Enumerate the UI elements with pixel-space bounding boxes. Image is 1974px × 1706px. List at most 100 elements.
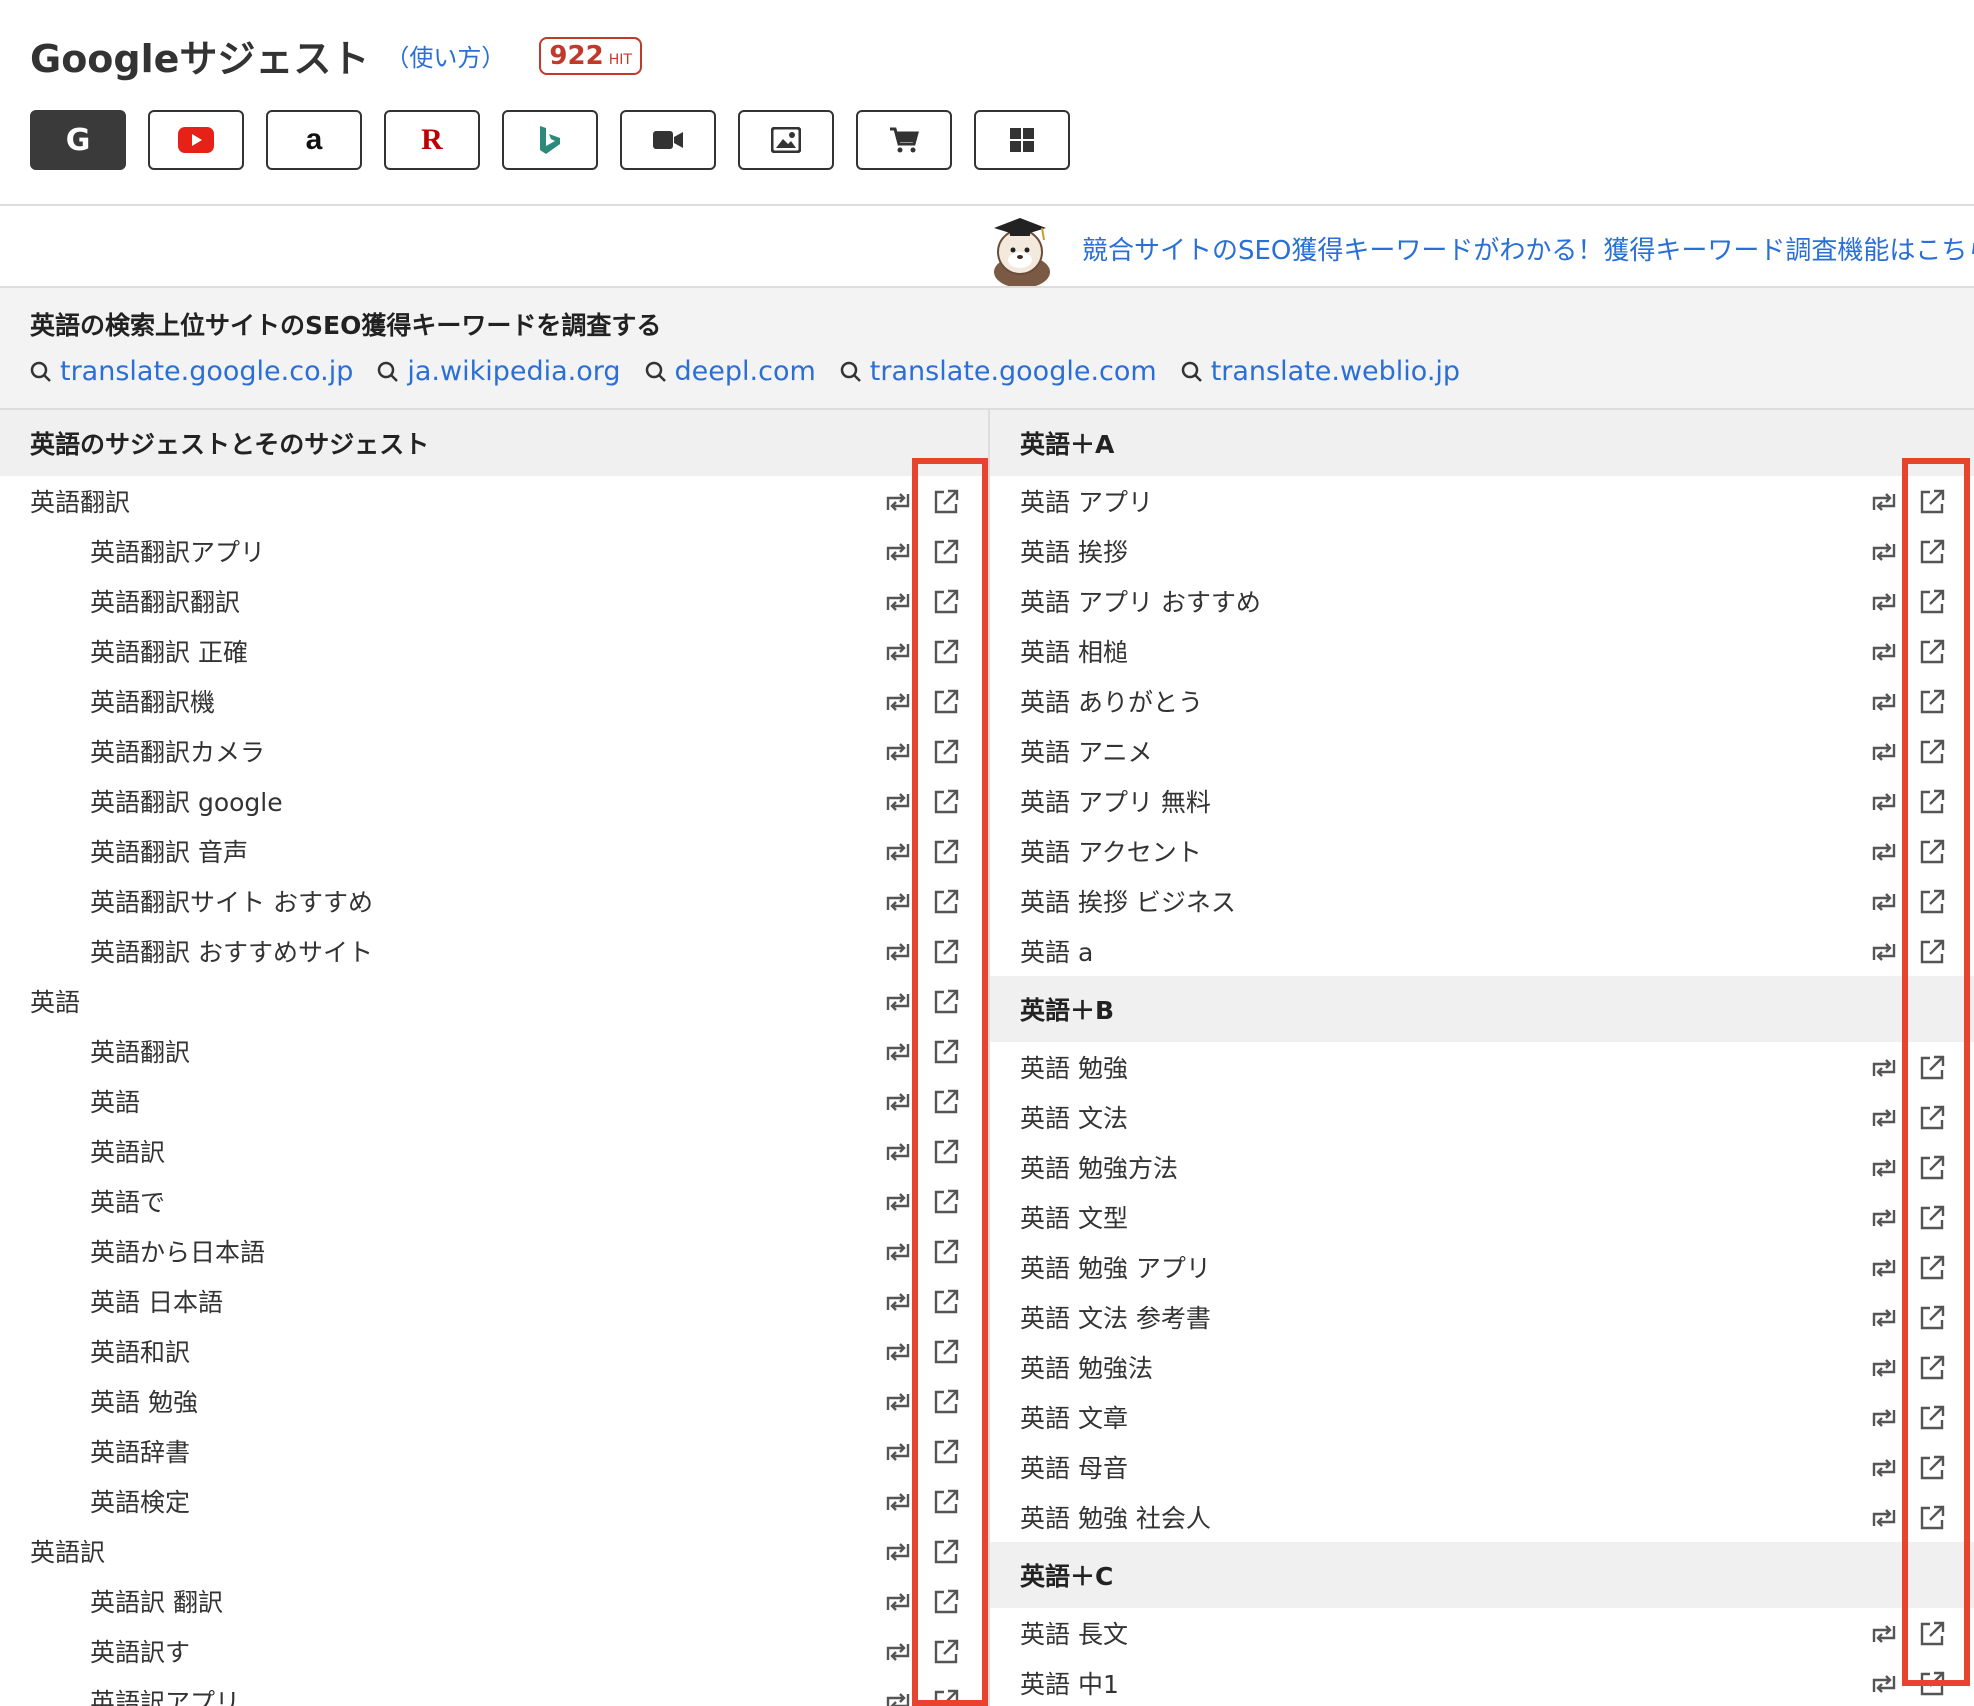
external-link-icon[interactable]	[932, 1138, 960, 1166]
expand-suggest-icon[interactable]	[884, 1438, 912, 1466]
expand-suggest-icon[interactable]	[1870, 488, 1898, 516]
seo-site-link[interactable]: translate.google.com	[840, 356, 1157, 387]
expand-suggest-icon[interactable]	[1870, 888, 1898, 916]
suggest-keyword[interactable]: 英語 母音	[990, 1449, 1128, 1485]
suggest-keyword[interactable]: 英語 文法	[990, 1099, 1128, 1135]
suggest-keyword[interactable]: 英語 勉強 アプリ	[990, 1249, 1211, 1285]
expand-suggest-icon[interactable]	[884, 1188, 912, 1216]
engine-apps-button[interactable]	[974, 110, 1070, 170]
suggest-row[interactable]: 英語 長文	[990, 1608, 1974, 1658]
external-link-icon[interactable]	[1918, 1204, 1946, 1232]
external-link-icon[interactable]	[932, 1488, 960, 1516]
external-link-icon[interactable]	[932, 788, 960, 816]
suggest-keyword[interactable]: 英語翻訳 google	[0, 783, 283, 819]
suggest-keyword[interactable]: 英語翻訳 音声	[0, 833, 248, 869]
expand-suggest-icon[interactable]	[884, 1388, 912, 1416]
howto-link[interactable]: （使い方）	[385, 38, 505, 73]
suggest-row[interactable]: 英語翻訳翻訳	[0, 576, 988, 626]
external-link-icon[interactable]	[932, 738, 960, 766]
suggest-row[interactable]: 英語 挨拶 ビジネス	[990, 876, 1974, 926]
external-link-icon[interactable]	[932, 1638, 960, 1666]
suggest-keyword[interactable]: 英語 勉強	[0, 1383, 198, 1419]
suggest-keyword[interactable]: 英語 長文	[990, 1615, 1128, 1651]
expand-suggest-icon[interactable]	[884, 888, 912, 916]
external-link-icon[interactable]	[932, 1188, 960, 1216]
external-link-icon[interactable]	[932, 1388, 960, 1416]
suggest-row[interactable]: 英語 アニメ	[990, 726, 1974, 776]
expand-suggest-icon[interactable]	[1870, 1304, 1898, 1332]
seo-site-link[interactable]: translate.weblio.jp	[1181, 356, 1460, 387]
expand-suggest-icon[interactable]	[884, 788, 912, 816]
external-link-icon[interactable]	[932, 1588, 960, 1616]
suggest-keyword[interactable]: 英語翻訳翻訳	[0, 583, 240, 619]
suggest-keyword[interactable]: 英語 日本語	[0, 1283, 223, 1319]
expand-suggest-icon[interactable]	[1870, 738, 1898, 766]
suggest-keyword[interactable]: 英語 文法 参考書	[990, 1299, 1211, 1335]
suggest-row[interactable]: 英語 相槌	[990, 626, 1974, 676]
suggest-row[interactable]: 英語 母音	[990, 1442, 1974, 1492]
suggest-row[interactable]: 英語 a	[990, 926, 1974, 976]
suggest-keyword[interactable]: 英語 勉強	[990, 1049, 1128, 1085]
expand-suggest-icon[interactable]	[884, 588, 912, 616]
suggest-keyword[interactable]: 英語 挨拶	[990, 533, 1128, 569]
external-link-icon[interactable]	[932, 588, 960, 616]
suggest-keyword[interactable]: 英語翻訳アプリ	[0, 533, 265, 569]
expand-suggest-icon[interactable]	[884, 638, 912, 666]
suggest-keyword[interactable]: 英語 中1	[990, 1665, 1119, 1701]
suggest-keyword[interactable]: 英語 a	[990, 933, 1093, 969]
suggest-keyword[interactable]: 英語 相槌	[990, 633, 1128, 669]
expand-suggest-icon[interactable]	[884, 838, 912, 866]
external-link-icon[interactable]	[932, 988, 960, 1016]
expand-suggest-icon[interactable]	[884, 538, 912, 566]
external-link-icon[interactable]	[1918, 488, 1946, 516]
suggest-keyword[interactable]: 英語 アプリ 無料	[990, 783, 1211, 819]
external-link-icon[interactable]	[1918, 638, 1946, 666]
external-link-icon[interactable]	[932, 1438, 960, 1466]
engine-google-button[interactable]: G	[30, 110, 126, 170]
expand-suggest-icon[interactable]	[1870, 838, 1898, 866]
suggest-row[interactable]: 英語 勉強 アプリ	[990, 1242, 1974, 1292]
suggest-keyword[interactable]: 英語 文型	[990, 1199, 1128, 1235]
expand-suggest-icon[interactable]	[884, 738, 912, 766]
external-link-icon[interactable]	[932, 538, 960, 566]
suggest-keyword[interactable]: 英語辞書	[0, 1433, 190, 1469]
suggest-keyword[interactable]: 英語翻訳	[0, 483, 130, 519]
external-link-icon[interactable]	[1918, 1104, 1946, 1132]
suggest-row[interactable]: 英語 ありがとう	[990, 676, 1974, 726]
external-link-icon[interactable]	[1918, 1354, 1946, 1382]
suggest-row[interactable]: 英語訳	[0, 1526, 988, 1576]
suggest-row[interactable]: 英語和訳	[0, 1326, 988, 1376]
expand-suggest-icon[interactable]	[884, 1038, 912, 1066]
suggest-keyword[interactable]: 英語 勉強法	[990, 1349, 1153, 1385]
external-link-icon[interactable]	[1918, 688, 1946, 716]
suggest-row[interactable]: 英語翻訳	[0, 476, 988, 526]
suggest-keyword[interactable]: 英語 アクセント	[990, 833, 1202, 869]
expand-suggest-icon[interactable]	[1870, 938, 1898, 966]
suggest-row[interactable]: 英語から日本語	[0, 1226, 988, 1276]
expand-suggest-icon[interactable]	[1870, 1054, 1898, 1082]
expand-suggest-icon[interactable]	[884, 938, 912, 966]
suggest-keyword[interactable]: 英語翻訳 正確	[0, 633, 248, 669]
external-link-icon[interactable]	[932, 488, 960, 516]
expand-suggest-icon[interactable]	[1870, 1254, 1898, 1282]
external-link-icon[interactable]	[932, 938, 960, 966]
external-link-icon[interactable]	[932, 1038, 960, 1066]
external-link-icon[interactable]	[1918, 838, 1946, 866]
expand-suggest-icon[interactable]	[1870, 588, 1898, 616]
seo-site-link[interactable]: translate.google.co.jp	[30, 356, 353, 387]
engine-shopping-button[interactable]	[856, 110, 952, 170]
suggest-row[interactable]: 英語 勉強 社会人	[990, 1492, 1974, 1542]
suggest-row[interactable]: 英語翻訳アプリ	[0, 526, 988, 576]
suggest-keyword[interactable]: 英語検定	[0, 1483, 190, 1519]
suggest-keyword[interactable]: 英語翻訳 おすすめサイト	[0, 933, 373, 969]
external-link-icon[interactable]	[1918, 1154, 1946, 1182]
suggest-keyword[interactable]: 英語	[0, 1083, 140, 1119]
suggest-row[interactable]: 英語検定	[0, 1476, 988, 1526]
expand-suggest-icon[interactable]	[884, 688, 912, 716]
suggest-row[interactable]: 英語 文法	[990, 1092, 1974, 1142]
suggest-row[interactable]: 英語翻訳 正確	[0, 626, 988, 676]
suggest-row[interactable]: 英語 挨拶	[990, 526, 1974, 576]
suggest-keyword[interactable]: 英語から日本語	[0, 1233, 265, 1269]
external-link-icon[interactable]	[932, 638, 960, 666]
external-link-icon[interactable]	[932, 688, 960, 716]
